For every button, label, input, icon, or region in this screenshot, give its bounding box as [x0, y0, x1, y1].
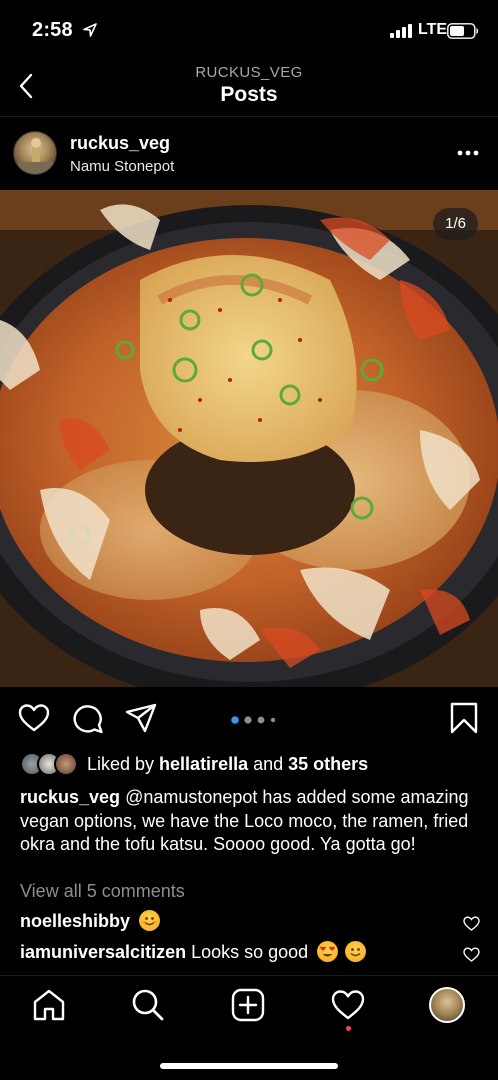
post-header: ruckus_veg Namu Stonepot — [0, 118, 498, 190]
comment-text: Looks so good — [191, 942, 309, 962]
post-actions — [0, 688, 498, 748]
header-subtitle: RUCKUS_VEG — [195, 64, 303, 81]
smiling-face-emoji-icon — [345, 941, 367, 962]
carousel-indicator — [231, 716, 276, 724]
bookmark-icon[interactable] — [448, 702, 480, 734]
profile-avatar-tab[interactable] — [429, 987, 465, 1023]
caption-username[interactable]: ruckus_veg — [20, 787, 120, 807]
status-time: 2:58 — [32, 19, 73, 41]
home-icon[interactable] — [32, 988, 66, 1022]
heart-icon[interactable] — [18, 702, 50, 734]
status-bar: 2:58 LTE — [0, 0, 498, 60]
more-horizontal-icon[interactable] — [456, 149, 480, 157]
post-caption: ruckus_veg @namustonepot has added some … — [20, 786, 480, 857]
post-photo[interactable]: 1/6 — [0, 190, 498, 687]
search-icon[interactable] — [131, 988, 165, 1022]
paper-plane-icon[interactable] — [125, 702, 157, 734]
likes-others[interactable]: 35 others — [288, 754, 368, 774]
likes-prefix: Liked by — [87, 754, 160, 774]
battery-icon — [447, 23, 479, 39]
photo-counter: 1/6 — [433, 208, 478, 240]
view-comments-link[interactable]: View all 5 comments — [20, 881, 185, 902]
heart-icon[interactable] — [331, 988, 365, 1022]
heart-eyes-emoji-icon — [317, 941, 339, 962]
heart-icon[interactable] — [463, 916, 480, 931]
comment-row: iamuniversalcitizen Looks so good — [20, 941, 480, 967]
notification-dot — [346, 1026, 351, 1031]
stonepot-food-image — [0, 190, 498, 687]
signal-icon — [390, 24, 412, 38]
liker-username[interactable]: hellatirella — [159, 754, 248, 774]
comment-username[interactable]: iamuniversalcitizen — [20, 942, 186, 962]
home-indicator[interactable] — [160, 1063, 338, 1069]
likes-text: Liked by hellatirella and 35 others — [87, 754, 368, 775]
smiling-face-emoji-icon — [139, 910, 161, 931]
likes-row[interactable]: Liked by hellatirella and 35 others — [20, 752, 480, 778]
heart-icon[interactable] — [463, 947, 480, 962]
comment-username[interactable]: noelleshibby — [20, 911, 130, 931]
nav-header: RUCKUS_VEG Posts — [0, 55, 498, 117]
likes-joiner: and — [248, 754, 289, 774]
plus-square-icon[interactable] — [231, 988, 265, 1022]
comment-icon[interactable] — [72, 702, 104, 734]
avatar[interactable] — [13, 131, 57, 175]
page-title: Posts — [220, 83, 278, 106]
location-arrow-icon — [83, 23, 97, 37]
avatar — [54, 752, 78, 776]
network-type: LTE — [418, 21, 448, 38]
post-location[interactable]: Namu Stonepot — [70, 158, 174, 175]
liker-avatars — [20, 752, 80, 776]
comment-row: noelleshibby — [20, 910, 480, 936]
bottom-tab-bar — [0, 975, 498, 1080]
post-username[interactable]: ruckus_veg — [70, 133, 170, 154]
